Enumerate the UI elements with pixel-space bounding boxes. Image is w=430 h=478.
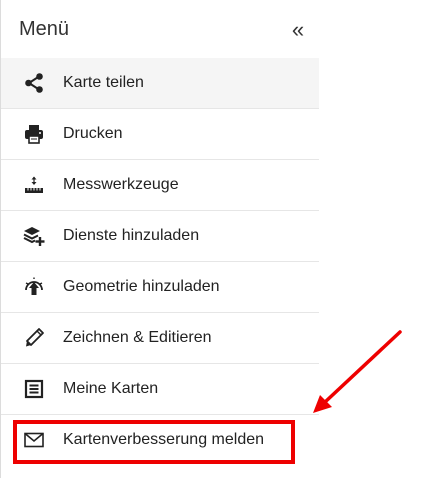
menu-title: Menü — [19, 18, 70, 40]
geometry-upload-icon — [21, 274, 47, 300]
printer-icon — [21, 121, 47, 147]
list-document-icon — [21, 376, 47, 402]
menu-item-label: Dienste hinzuladen — [63, 227, 200, 244]
menu-item-meine-karten[interactable]: Meine Karten — [1, 364, 319, 415]
menu-item-label: Drucken — [63, 125, 123, 142]
menu-item-zeichnen-editieren[interactable]: Zeichnen & Editieren — [1, 313, 319, 364]
menu-item-label: Messwerkzeuge — [63, 176, 179, 193]
menu-item-label: Kartenverbesserung melden — [63, 431, 265, 448]
collapse-menu-button[interactable]: « — [287, 16, 309, 44]
measure-ruler-icon — [21, 172, 47, 198]
menu-list: Karte teilen Drucken Messwerkzeuge Diens… — [1, 58, 319, 465]
layers-add-icon — [21, 223, 47, 249]
menu-item-geometrie-hinzuladen[interactable]: Geometrie hinzuladen — [1, 262, 319, 313]
pencil-icon — [21, 325, 47, 351]
menu-item-label: Geometrie hinzuladen — [63, 278, 220, 295]
menu-item-karte-teilen[interactable]: Karte teilen — [1, 58, 319, 109]
menu-item-dienste-hinzuladen[interactable]: Dienste hinzuladen — [1, 211, 319, 262]
page: Menü « Karte teilen Drucken Messwerkzeug… — [0, 0, 430, 478]
menu-header: Menü « — [1, 0, 318, 58]
menu-item-label: Meine Karten — [63, 380, 159, 397]
menu-item-messwerkzeuge[interactable]: Messwerkzeuge — [1, 160, 319, 211]
envelope-icon — [21, 427, 47, 453]
side-menu-panel: Menü « Karte teilen Drucken Messwerkzeug… — [0, 0, 319, 478]
menu-item-label: Zeichnen & Editieren — [63, 329, 212, 346]
menu-item-kartenverbesserung-melden[interactable]: Kartenverbesserung melden — [1, 415, 319, 465]
menu-item-label: Karte teilen — [63, 74, 144, 91]
share-icon — [21, 70, 47, 96]
menu-item-drucken[interactable]: Drucken — [1, 109, 319, 160]
